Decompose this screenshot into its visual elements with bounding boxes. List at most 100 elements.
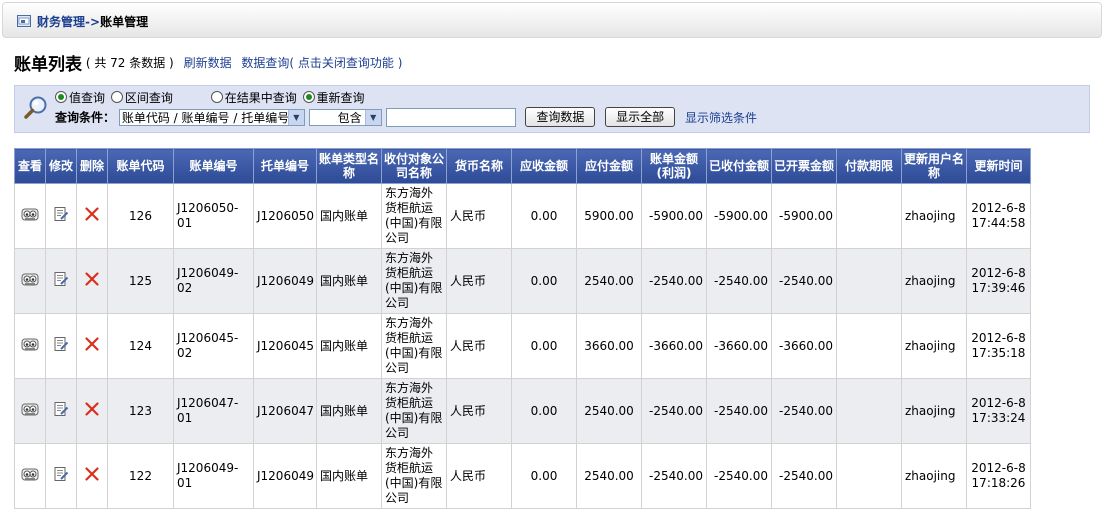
col-header-company[interactable]: 收付对象公司名称 [381, 148, 447, 184]
query-panel: 值查询 区间查询 在结果中查询 重新查询 查询条件： 账单代码 / 账单编号 /… [14, 85, 1090, 133]
col-header-bill-type[interactable]: 账单类型名称 [316, 148, 382, 184]
bill-code-cell: 123 [107, 378, 174, 444]
radio-new-query[interactable]: 重新查询 [302, 91, 365, 105]
bill-number-cell: J1206049-01 [173, 443, 254, 509]
paid-cell: -5900.00 [706, 183, 772, 249]
payable-cell: 2540.00 [576, 248, 642, 314]
query-value-input[interactable] [385, 107, 516, 127]
view-icon[interactable] [21, 206, 39, 222]
delete-icon[interactable] [84, 271, 100, 287]
bill-number-cell: J1206049-02 [173, 248, 254, 314]
col-header-bill-code[interactable]: 账单代码 [107, 148, 174, 184]
delete-icon[interactable] [84, 206, 100, 222]
view-icon[interactable] [21, 336, 39, 352]
radio-button[interactable] [55, 91, 67, 103]
invoiced-cell: -2540.00 [771, 378, 837, 444]
company-cell: 东方海外货柜航运(中国)有限公司 [381, 183, 447, 249]
radio-button[interactable] [210, 91, 223, 103]
bill-number-cell: J1206047-01 [173, 378, 254, 444]
query-field-select[interactable]: 账单代码 / 账单编号 / 托单编号 ▼ [118, 108, 305, 126]
update-user-cell: zhaojing [901, 313, 967, 379]
receivable-cell: 0.00 [511, 313, 577, 379]
show-filter-link[interactable]: 显示筛选条件 [685, 111, 757, 125]
update-clock: 17:33:24 [971, 411, 1026, 425]
edit-icon[interactable] [53, 401, 69, 417]
payable-cell: 3660.00 [576, 313, 642, 379]
update-clock: 17:39:46 [971, 281, 1026, 295]
data-query-link[interactable]: 数据查询 [241, 56, 289, 70]
view-icon[interactable] [21, 271, 39, 287]
table-row: 124 J1206045-02 J1206045 国内账单 东方海外货柜航运(中… [14, 313, 1031, 379]
profit-cell: -2540.00 [641, 378, 707, 444]
view-icon[interactable] [21, 401, 39, 417]
edit-icon[interactable] [53, 336, 69, 352]
col-header-currency[interactable]: 货币名称 [446, 148, 512, 184]
col-header-consign-number[interactable]: 托单编号 [253, 148, 317, 184]
close-query-link[interactable]: ( 点击关闭查询功能 ) [289, 56, 402, 70]
refresh-data-link[interactable]: 刷新数据 [184, 56, 232, 70]
search-data-button[interactable]: 查询数据 [525, 107, 596, 127]
edit-cell [45, 378, 77, 444]
radio-range-query[interactable]: 区间查询 [110, 91, 173, 105]
col-header-paid[interactable]: 已收付金额 [706, 148, 772, 184]
chevron-down-icon[interactable]: ▼ [364, 109, 381, 125]
col-header-bill-number[interactable]: 账单编号 [173, 148, 254, 184]
bill-type-cell: 国内账单 [316, 378, 382, 444]
magnifier-icon [24, 96, 47, 119]
view-cell [14, 183, 46, 249]
breadcrumb-finance-link[interactable]: 财务管理 [37, 15, 85, 29]
query-condition-row: 查询条件： 账单代码 / 账单编号 / 托单编号 ▼ 包含 ▼ 查询数据 显示全部 … [55, 107, 757, 127]
delete-icon[interactable] [84, 336, 100, 352]
view-icon[interactable] [21, 466, 39, 482]
delete-cell [76, 313, 108, 379]
paid-cell: -3660.00 [706, 313, 772, 379]
col-header-payable[interactable]: 应付金额 [576, 148, 642, 184]
radio-value-query[interactable]: 值查询 [55, 91, 105, 105]
col-header-invoiced[interactable]: 已开票金额 [771, 148, 837, 184]
col-header-view[interactable]: 查看 [14, 148, 46, 184]
radio-label: 重新查询 [316, 91, 365, 105]
radio-button[interactable] [302, 91, 315, 103]
paid-cell: -2540.00 [706, 378, 772, 444]
bill-number-cell: J1206045-02 [173, 313, 254, 379]
col-header-payment-term[interactable]: 付款期限 [836, 148, 902, 184]
consign-number-cell: J1206049 [253, 248, 317, 314]
breadcrumb-bar: 财务管理->账单管理 [2, 2, 1102, 38]
update-time-cell: 2012-6-8 17:18:26 [966, 443, 1031, 509]
breadcrumb-separator: -> [85, 15, 101, 29]
chevron-down-icon[interactable]: ▼ [287, 109, 304, 125]
delete-icon[interactable] [84, 466, 100, 482]
table-row: 123 J1206047-01 J1206047 国内账单 东方海外货柜航运(中… [14, 378, 1031, 444]
invoiced-cell: -3660.00 [771, 313, 837, 379]
delete-cell [76, 248, 108, 314]
edit-cell [45, 248, 77, 314]
col-header-update-time[interactable]: 更新时间 [966, 148, 1031, 184]
payable-cell: 5900.00 [576, 183, 642, 249]
edit-icon[interactable] [53, 206, 69, 222]
col-header-receivable[interactable]: 应收金额 [511, 148, 577, 184]
table-row: 126 J1206050-01 J1206050 国内账单 东方海外货柜航运(中… [14, 183, 1031, 249]
query-field-value: 账单代码 / 账单编号 / 托单编号 [121, 110, 290, 125]
currency-cell: 人民币 [446, 443, 512, 509]
radio-button[interactable] [110, 91, 123, 103]
show-all-button[interactable]: 显示全部 [605, 107, 676, 127]
query-operator-select[interactable]: 包含 ▼ [308, 108, 382, 126]
radio-query-in-results[interactable]: 在结果中查询 [210, 91, 297, 105]
company-cell: 东方海外货柜航运(中国)有限公司 [381, 378, 447, 444]
bill-type-cell: 国内账单 [316, 183, 382, 249]
col-header-profit[interactable]: 账单金额(利润) [641, 148, 707, 184]
delete-icon[interactable] [84, 401, 100, 417]
view-cell [14, 443, 46, 509]
page-title: 账单列表 [14, 55, 82, 75]
edit-icon[interactable] [53, 271, 69, 287]
invoiced-cell: -2540.00 [771, 443, 837, 509]
payment-term-cell [836, 443, 902, 509]
update-date: 2012-6-8 [971, 331, 1026, 345]
profit-cell: -2540.00 [641, 443, 707, 509]
edit-icon[interactable] [53, 466, 69, 482]
col-header-edit[interactable]: 修改 [45, 148, 77, 184]
col-header-delete[interactable]: 删除 [76, 148, 108, 184]
update-time-cell: 2012-6-8 17:33:24 [966, 378, 1031, 444]
payment-term-cell [836, 313, 902, 379]
col-header-update-user[interactable]: 更新用户名称 [901, 148, 967, 184]
